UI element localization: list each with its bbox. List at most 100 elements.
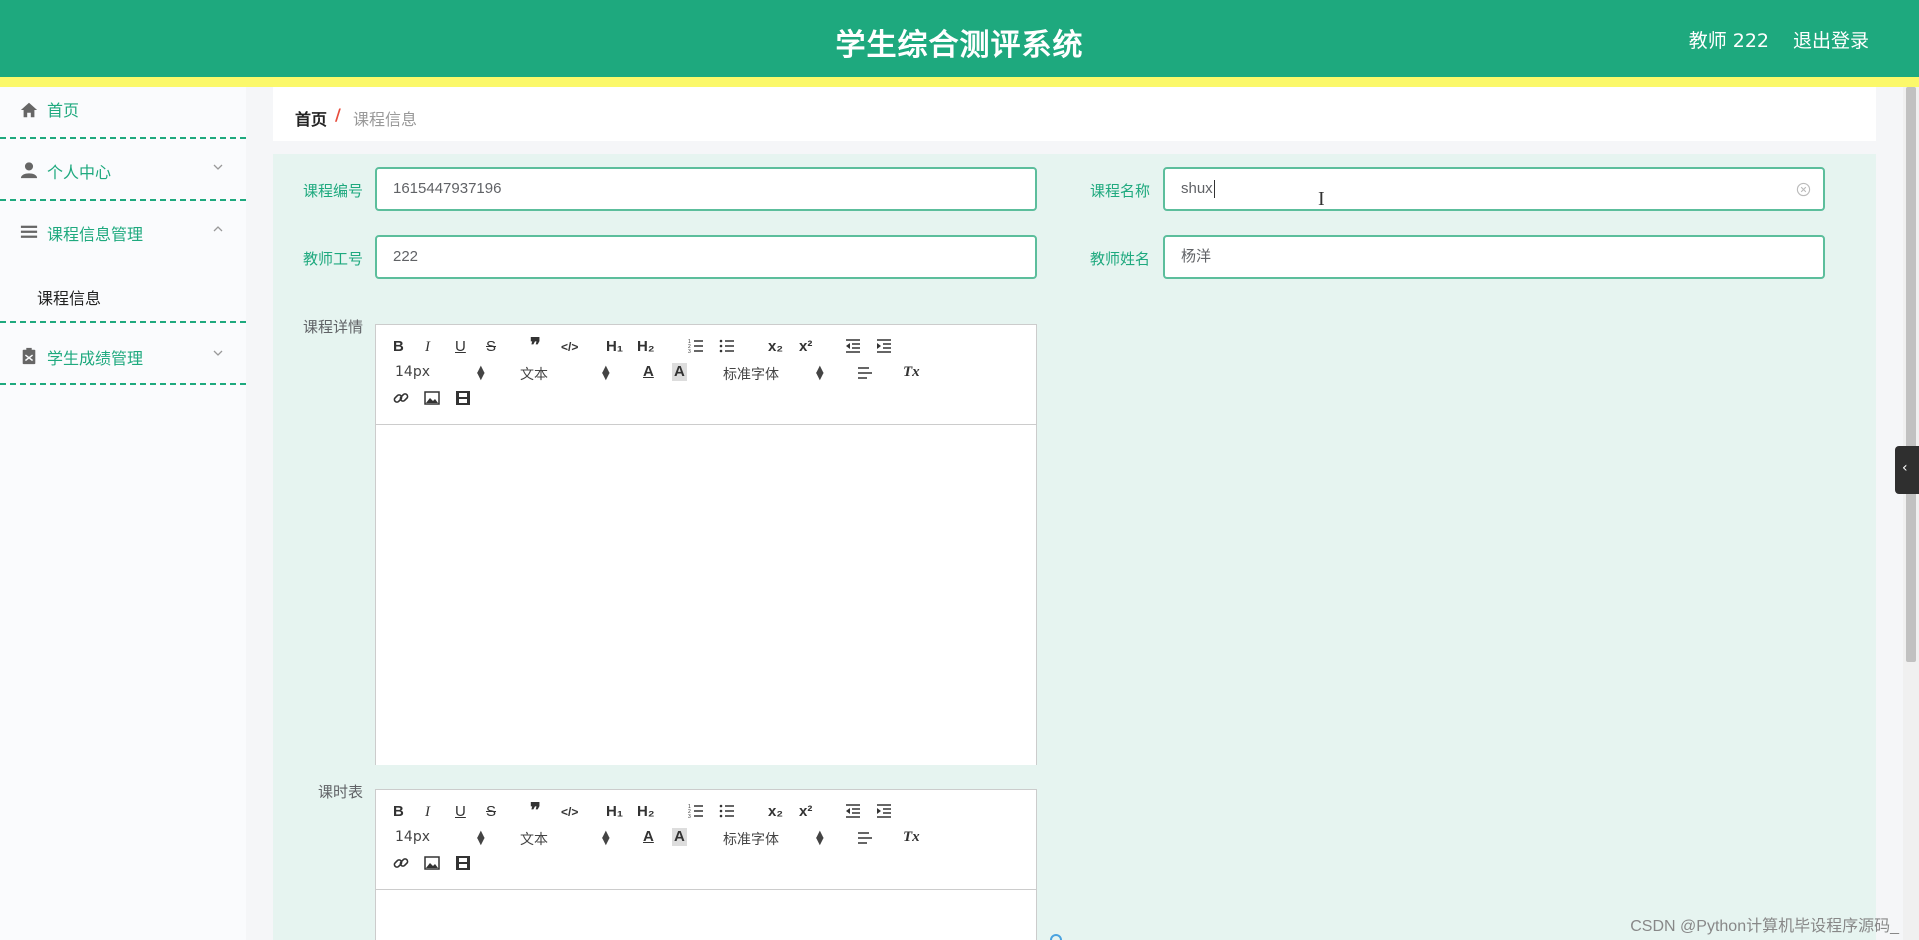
- sidebar-item-profile[interactable]: 个人中心: [0, 139, 246, 201]
- chevron-updown-icon: ▲ ▼: [477, 364, 485, 382]
- link-icon[interactable]: [393, 855, 409, 871]
- chevron-updown-icon: ▲ ▼: [816, 364, 824, 382]
- schedule-editor: B I U S ❞ </> H₁ H₂ 123 x₂ x² 14px ▲ ▼ 文本…: [375, 789, 1037, 940]
- superscript-button[interactable]: x²: [799, 338, 812, 356]
- strike-button[interactable]: S: [486, 803, 496, 821]
- background-color-icon[interactable]: A: [672, 363, 687, 381]
- breadcrumb-current: 课程信息: [353, 110, 418, 129]
- editor-content-area[interactable]: [376, 890, 1036, 940]
- chevron-down-icon: [213, 350, 223, 356]
- h2-button[interactable]: H₂: [637, 803, 655, 821]
- italic-button[interactable]: I: [425, 338, 430, 356]
- sidebar-item-label: 课程信息管理: [47, 225, 144, 244]
- indent-icon[interactable]: [876, 338, 892, 354]
- clipboard-icon: [22, 347, 36, 365]
- bold-button[interactable]: B: [393, 338, 404, 356]
- chevron-updown-icon: ▲ ▼: [602, 364, 610, 382]
- chevron-left-icon: ‹: [1902, 460, 1908, 476]
- course-name-field[interactable]: shux: [1163, 167, 1825, 211]
- sidebar-item-course-management[interactable]: 课程信息管理: [0, 201, 246, 263]
- strike-button[interactable]: S: [486, 338, 496, 356]
- align-icon[interactable]: [857, 830, 873, 846]
- course-name-value: shux: [1181, 180, 1213, 197]
- quote-icon[interactable]: ❞: [530, 336, 541, 356]
- clear-icon[interactable]: [1796, 182, 1811, 197]
- h1-button[interactable]: H₁: [606, 803, 623, 821]
- app-title: 学生综合测评系统: [835, 28, 1084, 63]
- course-form: 课程编号 1615447937196 课程名称 shux 教师工号 222 教师…: [273, 154, 1876, 940]
- font-family-picker[interactable]: 标准字体: [723, 364, 779, 384]
- font-size-picker[interactable]: 14px: [395, 364, 430, 380]
- page-scrollbar[interactable]: [1903, 87, 1919, 940]
- image-icon[interactable]: [424, 855, 440, 871]
- video-icon[interactable]: [455, 855, 471, 871]
- home-icon: [20, 102, 38, 118]
- clear-format-button[interactable]: Tx: [903, 828, 920, 846]
- editor-toolbar: B I U S ❞ </> H₁ H₂ 123 x₂ x² 14px ▲ ▼ 文本…: [376, 790, 1036, 890]
- teacher-name-field[interactable]: 杨洋: [1163, 235, 1825, 279]
- align-icon[interactable]: [857, 365, 873, 381]
- schedule-label: 课时表: [317, 783, 363, 801]
- link-icon[interactable]: [393, 390, 409, 406]
- sidebar-item-grades[interactable]: 学生成绩管理: [0, 323, 246, 385]
- outdent-icon[interactable]: [845, 803, 861, 819]
- breadcrumb: 首页 / 课程信息: [273, 87, 1876, 141]
- breadcrumb-home[interactable]: 首页: [295, 106, 327, 130]
- video-icon[interactable]: [455, 390, 471, 406]
- scrollbar-thumb[interactable]: [1906, 87, 1916, 662]
- bold-button[interactable]: B: [393, 803, 404, 821]
- subscript-button[interactable]: x₂: [768, 338, 783, 356]
- teacher-id-label: 教师工号: [302, 250, 363, 268]
- font-color-icon[interactable]: A: [643, 828, 654, 846]
- paragraph-picker[interactable]: 文本: [520, 829, 548, 849]
- course-id-field[interactable]: 1615447937196: [375, 167, 1037, 211]
- editor-content-area[interactable]: [376, 425, 1036, 765]
- sidebar-group-course: 课程信息管理 课程信息: [0, 201, 246, 323]
- indent-icon[interactable]: [876, 803, 892, 819]
- ordered-list-icon[interactable]: 123: [688, 338, 704, 354]
- list-icon: [20, 225, 38, 238]
- sidebar-item-label: 学生成绩管理: [47, 349, 144, 368]
- h2-button[interactable]: H₂: [637, 338, 655, 356]
- background-color-icon[interactable]: A: [672, 828, 687, 846]
- clear-format-button[interactable]: Tx: [903, 363, 920, 381]
- h1-button[interactable]: H₁: [606, 338, 623, 356]
- course-detail-editor: B I U S ❞ </> H₁ H₂ 123 x₂ x² 14px ▲ ▼ 文本…: [375, 324, 1037, 765]
- quote-icon[interactable]: ❞: [530, 801, 541, 821]
- user-icon: [20, 162, 38, 179]
- teacher-name-label: 教师姓名: [1089, 250, 1150, 268]
- font-color-icon[interactable]: A: [643, 363, 654, 381]
- watermark: CSDN @Python计算机毕设程序源码_: [1630, 918, 1899, 935]
- italic-button[interactable]: I: [425, 803, 430, 821]
- code-icon[interactable]: </>: [561, 803, 578, 821]
- underline-button[interactable]: U: [455, 803, 466, 821]
- superscript-button[interactable]: x²: [799, 803, 812, 821]
- bullet-list-icon[interactable]: [719, 803, 735, 819]
- chevron-updown-icon: ▲ ▼: [816, 829, 824, 847]
- font-family-picker[interactable]: 标准字体: [723, 829, 779, 849]
- text-caret: [1213, 180, 1215, 199]
- outdent-icon[interactable]: [845, 338, 861, 354]
- chevron-up-icon: [213, 226, 223, 232]
- subscript-button[interactable]: x₂: [768, 803, 783, 821]
- image-icon[interactable]: [424, 390, 440, 406]
- sidebar-subitem-course-info[interactable]: 课程信息: [37, 285, 101, 309]
- bullet-list-icon[interactable]: [719, 338, 735, 354]
- top-header: 学生综合测评系统 教师 222 退出登录: [0, 0, 1919, 77]
- teacher-id-field[interactable]: 222: [375, 235, 1037, 279]
- font-size-picker[interactable]: 14px: [395, 829, 430, 845]
- ordered-list-icon[interactable]: 123: [688, 803, 704, 819]
- code-icon[interactable]: </>: [561, 338, 578, 356]
- header-stripe: [0, 77, 1919, 87]
- svg-text:3: 3: [688, 814, 691, 819]
- paragraph-picker[interactable]: 文本: [520, 364, 548, 384]
- underline-button[interactable]: U: [455, 338, 466, 356]
- collapse-panel-button[interactable]: ‹: [1895, 446, 1919, 494]
- sidebar-item-home[interactable]: 首页: [0, 87, 246, 139]
- breadcrumb-separator: /: [335, 105, 341, 124]
- logout-link[interactable]: 退出登录: [1793, 26, 1869, 53]
- sidebar: 首页 个人中心 课程信息管理 课程信息 学生成绩管理: [0, 87, 246, 940]
- editor-toolbar: B I U S ❞ </> H₁ H₂ 123 x₂ x² 14px ▲ ▼ 文本…: [376, 325, 1036, 425]
- loading-indicator-icon: [1050, 934, 1062, 940]
- chevron-down-icon: [213, 164, 223, 170]
